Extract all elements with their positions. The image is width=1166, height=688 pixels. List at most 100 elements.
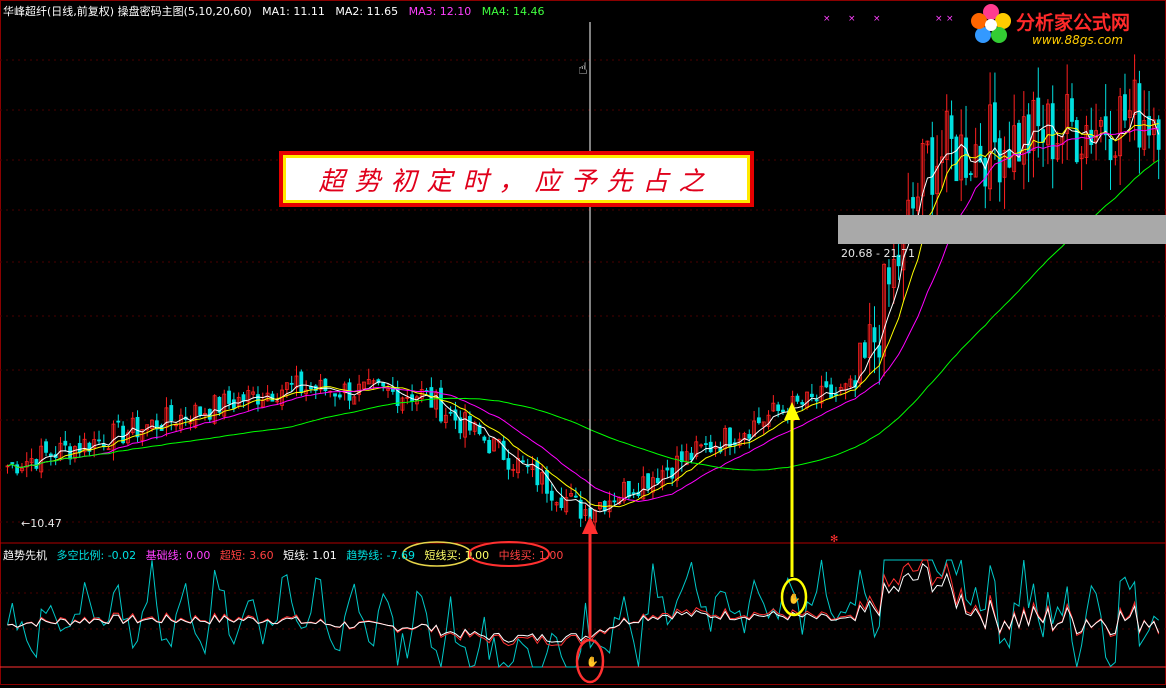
candle-body-197	[954, 136, 959, 182]
candle-body-205	[993, 102, 997, 143]
candle-body-192	[930, 137, 935, 195]
candle-body-180	[872, 327, 877, 343]
candle-body-12	[63, 440, 68, 446]
candle-body-46	[227, 390, 231, 404]
candle-body-222	[1074, 120, 1079, 163]
chart-header: 华峰超纤(日线,前复权) 操盘密码主图(5,10,20,60) MA1: 11.…	[3, 3, 552, 19]
mid-buy-hand-icon: ✋	[586, 655, 598, 668]
candle-body-2	[15, 464, 20, 474]
yellow-arrow-head	[784, 402, 800, 420]
candle-body-142	[689, 452, 694, 461]
candle-body-61	[299, 371, 304, 394]
candle-body-13	[68, 446, 73, 460]
candle-body-47	[231, 399, 236, 409]
signal-marker-2: ×	[873, 14, 881, 24]
candle-body-172	[834, 393, 838, 396]
candle-body-137	[665, 467, 670, 471]
indicator-item-6: 中线买: 1.00	[498, 549, 564, 562]
candle-body-181	[877, 345, 882, 358]
candle-body-15	[77, 443, 82, 453]
indicator-header: 趋势先机 多空比例: -0.02 基础线: 0.00 超短: 3.60 短线: …	[3, 547, 569, 563]
candle-body-199	[964, 137, 968, 178]
trend-line	[7, 559, 1160, 669]
candle-body-235	[1137, 83, 1142, 148]
candle-body-66	[323, 378, 328, 392]
price-zone-label: 20.68 - 21.71	[841, 247, 915, 260]
candle-body-168	[814, 399, 819, 402]
slogan-text: 超势初定时，应予先占之	[286, 158, 747, 200]
logo-url: www.88gs.com	[1032, 33, 1124, 47]
indicator-item-5: 短线买: 1.00	[424, 549, 490, 562]
candle-body-108	[525, 465, 530, 468]
candle-body-165	[800, 402, 805, 405]
ma3-label: MA3: 12.10	[408, 5, 472, 18]
candle-body-59	[289, 382, 294, 385]
candle-body-170	[824, 381, 829, 388]
short-buy-hand-icon: ✋	[788, 592, 800, 605]
candle-body-133	[646, 473, 651, 489]
candle-body-161	[781, 409, 785, 413]
candle-body-40	[198, 406, 203, 416]
signal-marker-1: ×	[848, 14, 856, 24]
candle-body-6	[34, 459, 39, 469]
site-logo: 分析家公式网 www.88gs.com	[968, 2, 1164, 50]
low-price-label: ←10.47	[21, 517, 62, 530]
indicator-name: 趋势先机	[3, 549, 47, 562]
candle-body-107	[520, 460, 525, 463]
chart-title: 华峰超纤(日线,前复权) 操盘密码主图(5,10,20,60)	[3, 5, 252, 18]
indicator-item-3: 短线: 1.01	[283, 549, 337, 562]
candle-body-160	[776, 404, 781, 411]
candle-body-196	[949, 115, 954, 139]
candle-body-129	[626, 481, 631, 498]
candle-body-156	[757, 417, 761, 424]
candle-body-167	[809, 393, 814, 397]
candle-body-113	[549, 490, 554, 501]
candle-body-183	[887, 267, 891, 285]
candle-body-178	[862, 342, 867, 358]
price-zone-box	[838, 215, 1166, 244]
candle-body-200	[968, 173, 973, 175]
ma4-label: MA4: 14.46	[481, 5, 545, 18]
candle-body-221	[1070, 98, 1074, 122]
candle-body-9	[48, 453, 53, 457]
candle-body-112	[545, 470, 549, 494]
signal-marker-3: ×	[935, 14, 943, 24]
chart-frame	[0, 0, 1166, 685]
candle-body-217	[1050, 103, 1055, 160]
candle-body-104	[506, 458, 511, 470]
candle-body-150	[728, 427, 732, 448]
candle-body-203	[983, 157, 988, 187]
ma1-label: MA1: 11.11	[262, 5, 325, 18]
candle-body-130	[631, 492, 636, 495]
candle-body-69	[337, 394, 342, 398]
candle-body-23	[116, 420, 121, 423]
candle-body-214	[1036, 97, 1041, 127]
hand-cursor-icon: ☝	[578, 59, 588, 78]
ma2-label: MA2: 11.65	[335, 5, 399, 18]
chart-stage: ☝ ✋ ✋ × × × × × ✻ 华峰超纤(日线,前复权) 操盘密码主图(5,10,20,60…	[0, 0, 1166, 685]
candle-body-118	[573, 495, 578, 498]
candle-body-126	[612, 500, 617, 503]
candle-body-92	[448, 411, 453, 414]
candle-body-99	[482, 436, 487, 441]
candle-body-8	[44, 441, 48, 453]
candle-body-27	[135, 416, 140, 438]
indicator-item-0: 多空比例: -0.02	[56, 549, 137, 562]
candle-body-19	[97, 439, 101, 442]
candle-body-232	[1123, 94, 1127, 121]
candle-body-115	[559, 497, 564, 509]
candle-body-206	[997, 138, 1002, 183]
candle-body-100	[487, 439, 492, 454]
candle-body-145	[704, 443, 708, 445]
candle-body-68	[333, 393, 337, 397]
candle-body-229	[1108, 138, 1113, 161]
candle-body-164	[795, 395, 800, 402]
candle-body-135	[655, 477, 660, 484]
candle-body-103	[501, 440, 506, 460]
price-chart[interactable]: ☝✋✋× × × × ×✻	[0, 0, 1166, 685]
signal-marker-0: ×	[823, 14, 831, 24]
candle-body-110	[535, 460, 540, 486]
candle-body-188	[911, 197, 915, 209]
signal-marker-4: ×	[946, 14, 954, 24]
indicator-item-1: 基础线: 0.00	[145, 549, 211, 562]
